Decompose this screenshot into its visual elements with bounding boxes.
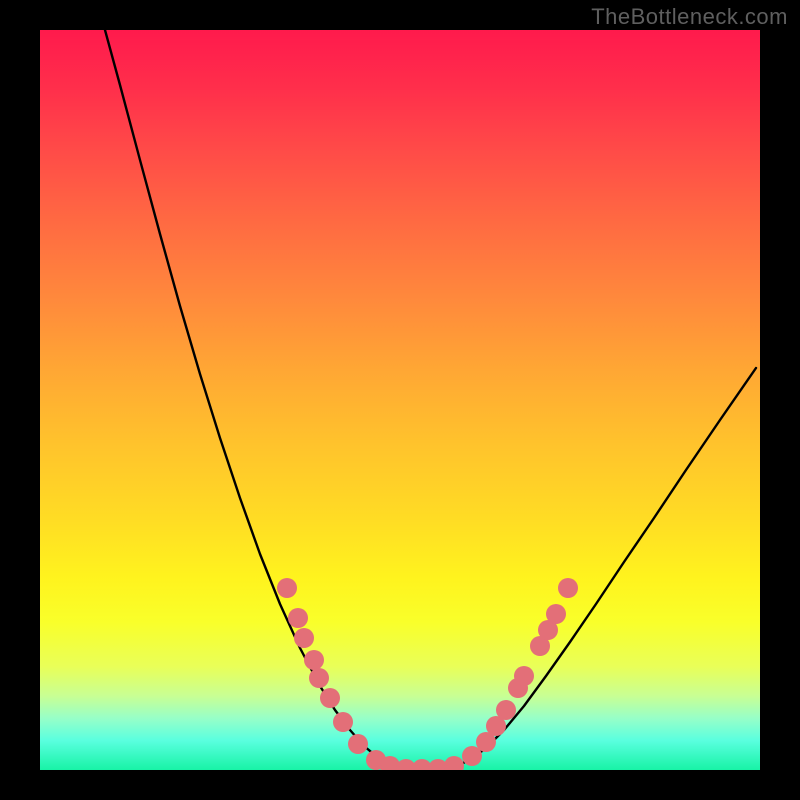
marker-dot xyxy=(333,712,353,732)
watermark-text: TheBottleneck.com xyxy=(591,4,788,30)
marker-dot xyxy=(304,650,324,670)
chart-svg xyxy=(40,30,760,770)
marker-dot xyxy=(288,608,308,628)
marker-dot xyxy=(294,628,314,648)
marker-group xyxy=(277,578,578,770)
marker-dot xyxy=(348,734,368,754)
marker-dot xyxy=(546,604,566,624)
chart-frame: TheBottleneck.com xyxy=(0,0,800,800)
marker-dot xyxy=(320,688,340,708)
bottleneck-curve xyxy=(105,30,756,769)
marker-dot xyxy=(514,666,534,686)
plot-area xyxy=(40,30,760,770)
marker-dot xyxy=(309,668,329,688)
marker-dot xyxy=(558,578,578,598)
marker-dot xyxy=(277,578,297,598)
marker-dot xyxy=(496,700,516,720)
marker-dot xyxy=(444,756,464,770)
